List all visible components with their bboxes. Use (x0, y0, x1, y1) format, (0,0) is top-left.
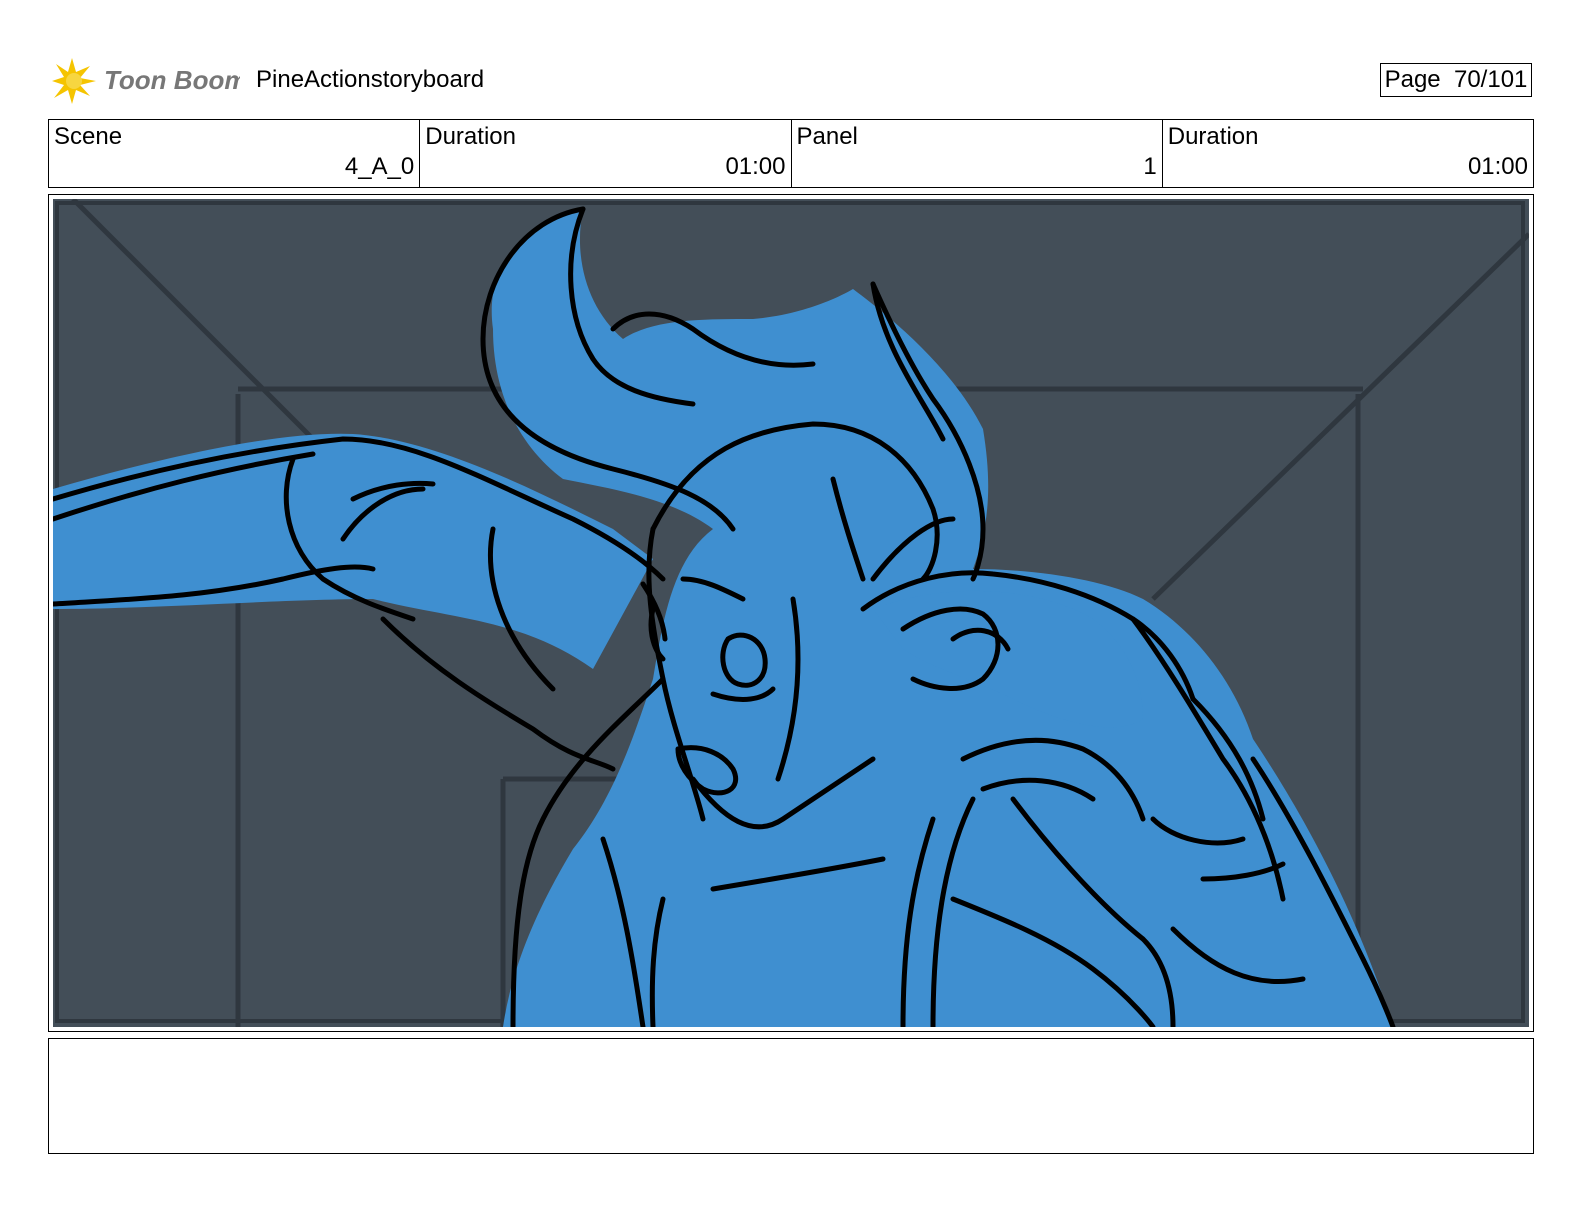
starburst-icon (52, 58, 96, 104)
page-number: Page 70/101 (1380, 63, 1532, 97)
scene-cell: Scene 4_A_0 (49, 120, 419, 187)
panel-duration-value: 01:00 (1467, 153, 1528, 180)
panel-info-table: Scene 4_A_0 Duration 01:00 Panel 1 Durat… (48, 119, 1534, 188)
panel-value: 1 (1143, 153, 1157, 180)
panel-notes-box (48, 1038, 1534, 1154)
storyboard-panel-drawing (53, 199, 1529, 1027)
panel-frame (48, 194, 1534, 1032)
project-title: PineActionstoryboard (256, 66, 485, 93)
panel-cell: Panel 1 (790, 120, 1162, 187)
panel-duration-cell: Duration 01:00 (1161, 120, 1533, 187)
panel-label: Panel (796, 123, 858, 150)
panel-duration-label: Duration (1167, 123, 1259, 150)
scene-duration-cell: Duration 01:00 (419, 120, 790, 187)
scene-value: 4_A_0 (344, 153, 415, 180)
scene-duration-value: 01:00 (725, 153, 786, 180)
panel-sketch (53, 199, 1529, 1027)
scene-label: Scene (54, 123, 123, 150)
toon-boom-logo: Toon Boom (50, 54, 240, 108)
svg-text:Toon Boom: Toon Boom (104, 65, 240, 95)
scene-duration-label: Duration (425, 123, 516, 150)
